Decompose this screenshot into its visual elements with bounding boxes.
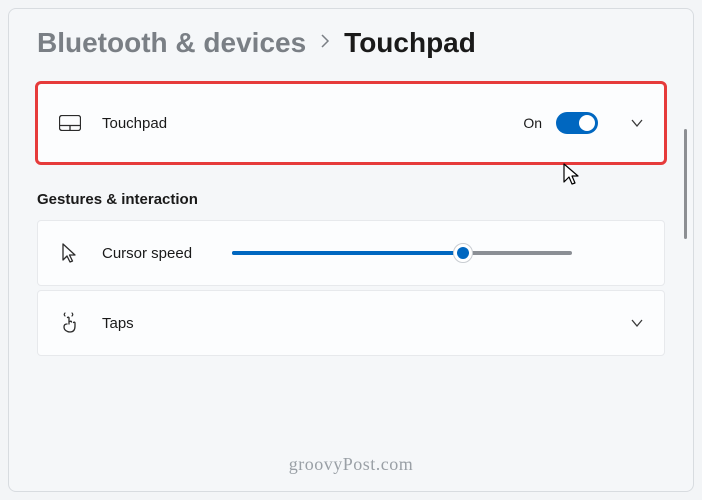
slider-thumb[interactable] bbox=[453, 243, 473, 263]
tap-gesture-icon bbox=[58, 312, 82, 334]
page-title: Touchpad bbox=[344, 27, 476, 59]
touchpad-toggle-card[interactable]: Touchpad On bbox=[37, 83, 665, 163]
breadcrumb-parent-link[interactable]: Bluetooth & devices bbox=[37, 27, 306, 59]
cursor-speed-slider[interactable] bbox=[232, 251, 572, 255]
cursor-speed-label: Cursor speed bbox=[102, 245, 232, 262]
breadcrumb: Bluetooth & devices Touchpad bbox=[37, 27, 665, 59]
scrollbar[interactable] bbox=[684, 129, 687, 239]
touchpad-toggle[interactable] bbox=[556, 112, 598, 134]
watermark-text: groovyPost.com bbox=[289, 454, 414, 475]
taps-card[interactable]: Taps bbox=[37, 290, 665, 356]
chevron-right-icon bbox=[320, 32, 330, 55]
toggle-state-text: On bbox=[523, 115, 542, 131]
expand-touchpad-chevron[interactable] bbox=[630, 118, 644, 128]
touchpad-icon bbox=[58, 115, 82, 131]
cursor-speed-card: Cursor speed bbox=[37, 220, 665, 286]
expand-taps-chevron[interactable] bbox=[630, 318, 644, 328]
section-heading-gestures: Gestures & interaction bbox=[37, 191, 665, 208]
cursor-arrow-icon bbox=[58, 242, 82, 264]
touchpad-label: Touchpad bbox=[102, 115, 523, 132]
taps-label: Taps bbox=[102, 315, 612, 332]
